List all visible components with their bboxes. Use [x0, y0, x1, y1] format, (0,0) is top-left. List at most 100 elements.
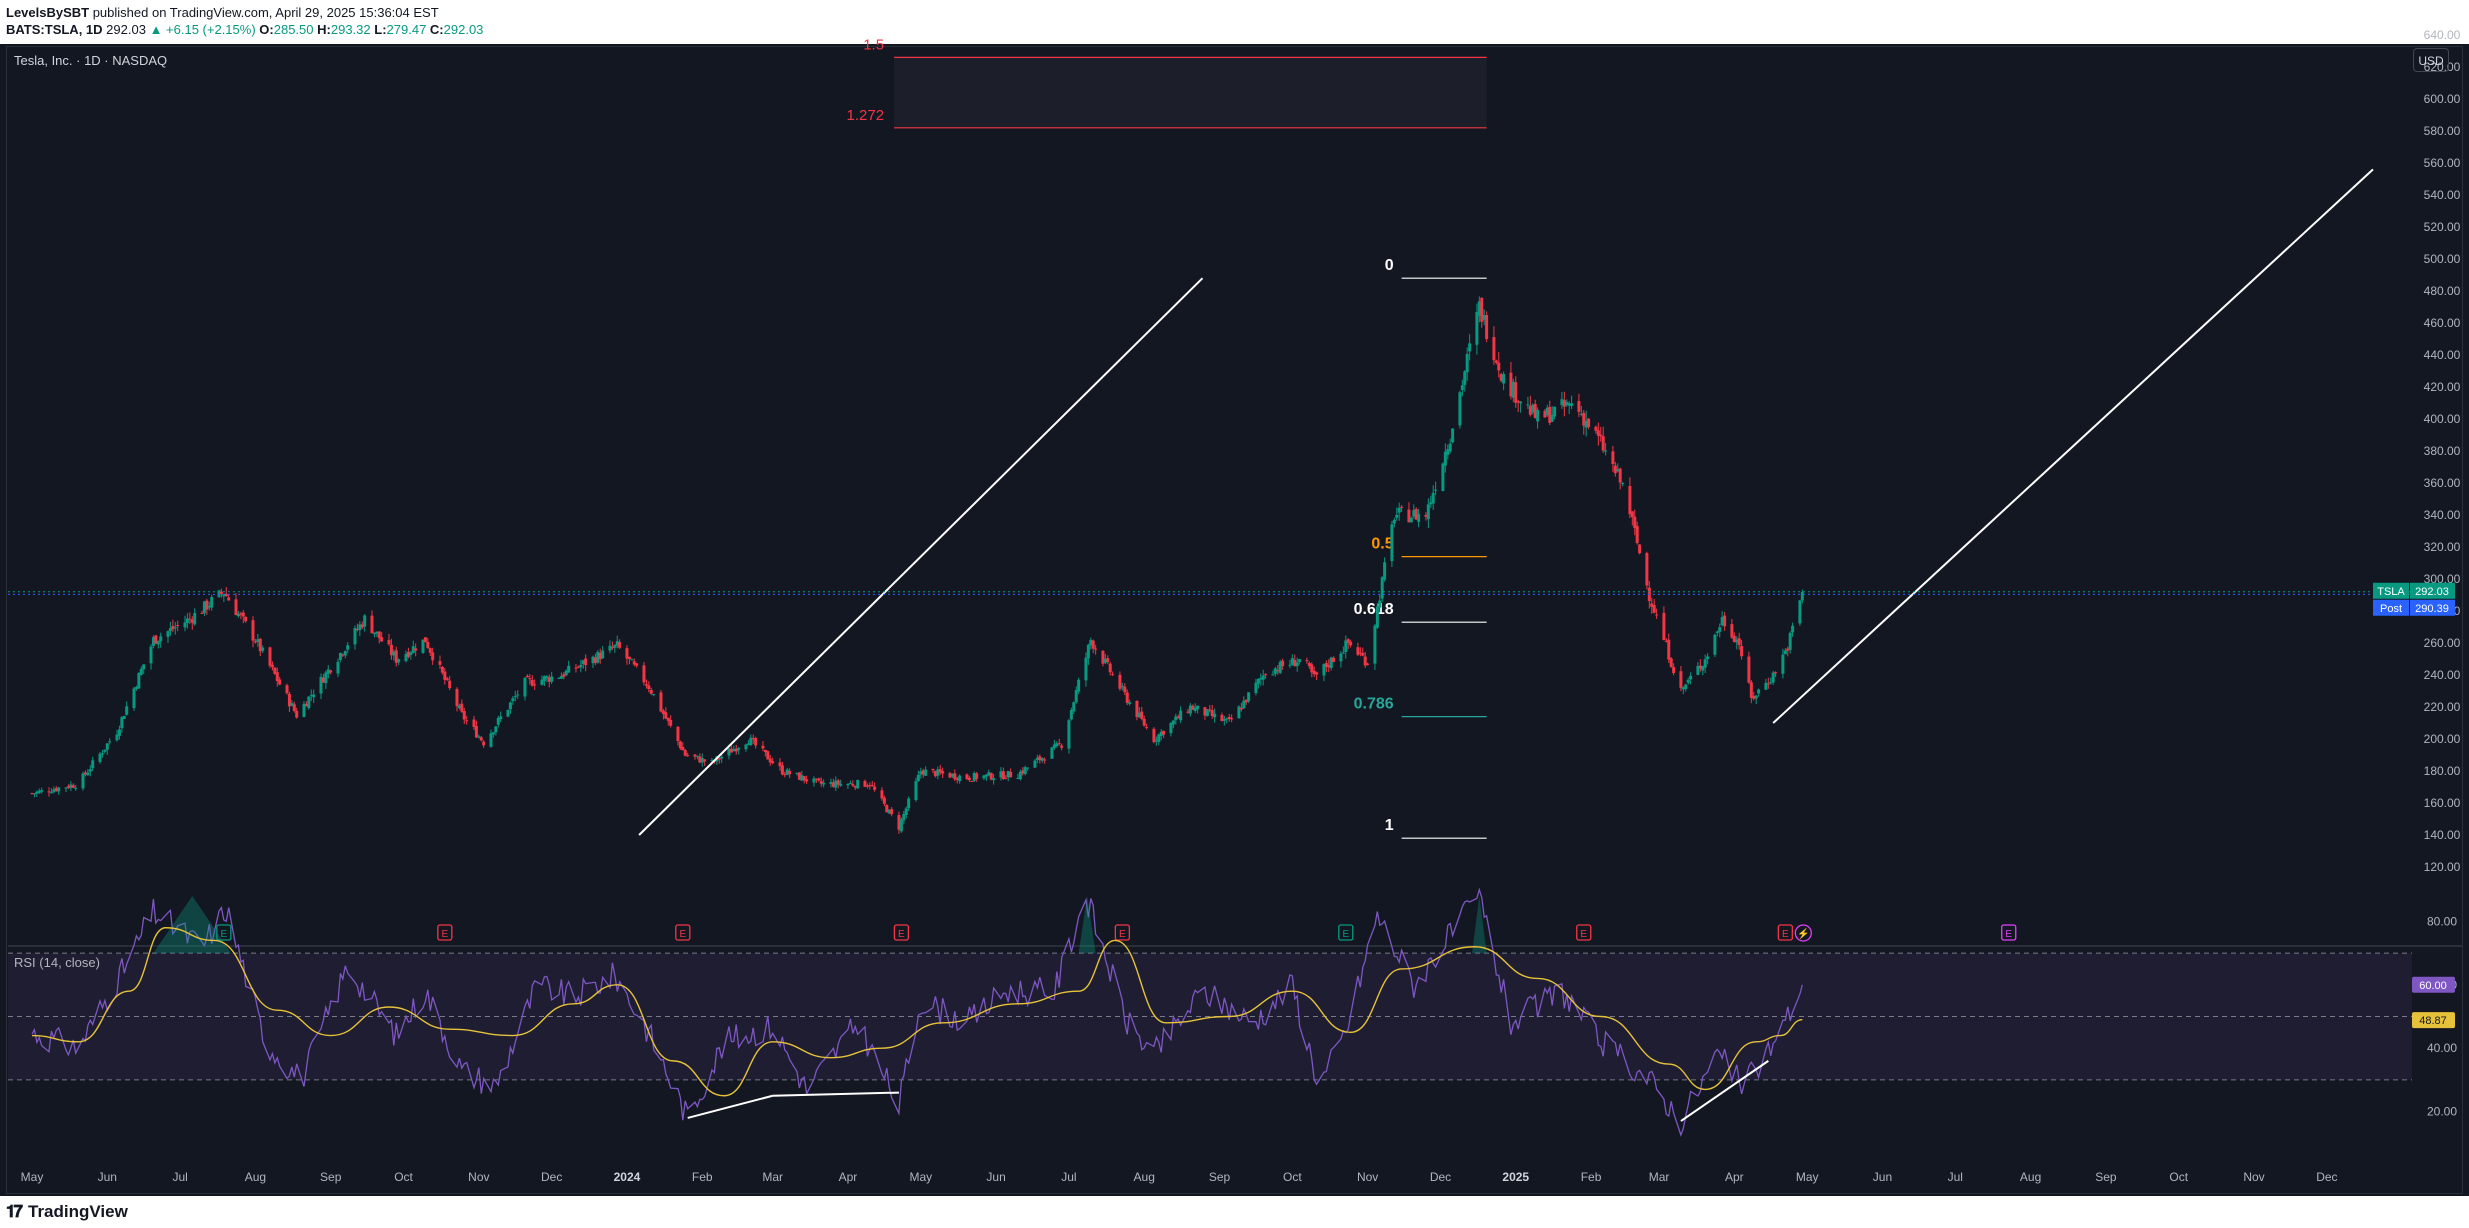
candle-body	[1485, 314, 1489, 340]
candle-body	[1635, 525, 1639, 544]
candle-body	[630, 659, 634, 661]
earnings-marker-label: E	[898, 929, 905, 940]
candle-body	[149, 646, 153, 664]
candle-body	[642, 665, 646, 683]
candle-body	[1043, 759, 1047, 761]
candle-body	[1655, 614, 1659, 616]
fib-extension-zone	[894, 57, 1487, 128]
candle-body	[1594, 426, 1598, 431]
candle-body	[511, 698, 515, 702]
candle-body	[931, 768, 935, 771]
candle-body	[1060, 745, 1064, 748]
trendline	[1772, 168, 2374, 724]
candle-body	[1067, 720, 1071, 749]
price-axis-tick: 220.00	[2424, 700, 2461, 714]
candle-body	[1662, 612, 1666, 641]
candle-body	[91, 760, 95, 769]
candle-body	[1749, 682, 1753, 698]
price-axis-tick: 140.00	[2424, 828, 2461, 842]
candle-body	[1356, 647, 1360, 655]
fib-level-label: 1.272	[847, 107, 885, 124]
price-axis-tick: 240.00	[2424, 668, 2461, 682]
rsi-axis-tick: 40.00	[2427, 1041, 2457, 1055]
candle-body	[74, 787, 78, 789]
candle-body	[817, 778, 821, 781]
candle-body	[1004, 778, 1008, 780]
price-axis-tick: 400.00	[2424, 412, 2461, 426]
candle-body	[125, 706, 129, 715]
candle-body	[336, 661, 340, 674]
candle-body	[1737, 638, 1741, 646]
candle-body	[1140, 711, 1144, 719]
candle-body	[426, 641, 430, 649]
time-axis-tick: Aug	[2020, 1170, 2041, 1184]
candle-body	[683, 750, 687, 756]
candle-body	[423, 637, 427, 643]
candle-body	[992, 778, 996, 781]
candle-body	[1536, 410, 1540, 422]
post-price-tag-label: Post	[2380, 603, 2402, 615]
time-axis-tick: May	[21, 1170, 44, 1184]
earnings-marker-label: E	[1342, 929, 1349, 940]
time-axis-tick: Jun	[98, 1170, 117, 1184]
candle-body	[219, 591, 223, 594]
candle-body	[1766, 683, 1770, 685]
candle-body	[856, 780, 860, 789]
time-axis-tick: Sep	[1209, 1170, 1231, 1184]
candle-body	[1417, 514, 1421, 522]
time-axis-tick: May	[909, 1170, 932, 1184]
candle-body	[1434, 489, 1438, 491]
candle-body	[822, 782, 826, 785]
time-axis-tick: Nov	[1357, 1170, 1378, 1184]
candle-body	[278, 679, 282, 685]
candle-body	[285, 685, 289, 694]
rsi-overbought-fill	[1472, 896, 1487, 954]
candle-body	[848, 783, 852, 785]
candle-body	[1123, 686, 1127, 693]
candle-body	[1494, 360, 1498, 363]
candle-body	[1514, 382, 1518, 403]
time-axis-tick: 2024	[614, 1170, 641, 1184]
candle-body	[975, 773, 979, 779]
trendline	[638, 277, 1204, 836]
candle-body	[1179, 710, 1183, 721]
candle-body	[1050, 747, 1054, 759]
candle-body	[479, 737, 483, 741]
candle-body	[652, 694, 656, 696]
candle-body	[1783, 650, 1787, 655]
currency-button[interactable]: USD	[2413, 48, 2449, 72]
tradingview-logo[interactable]: 𝟏𝟕 TradingView	[6, 1202, 128, 1222]
candle-body	[1125, 692, 1129, 703]
candle-body	[1094, 648, 1098, 650]
price-axis-tick: 500.00	[2424, 252, 2461, 266]
price-axis-tick: 460.00	[2424, 316, 2461, 330]
time-axis-tick: Feb	[1581, 1170, 1602, 1184]
candle-body	[525, 675, 529, 678]
candle-body	[173, 627, 177, 629]
time-axis-tick: Apr	[839, 1170, 858, 1184]
candle-body	[1492, 337, 1496, 361]
candle-body	[489, 733, 493, 747]
candle-body	[465, 720, 469, 722]
candle-body	[431, 652, 435, 661]
candle-body	[1339, 653, 1343, 662]
candle-body	[1526, 404, 1530, 406]
rsi-ma-value-tag: 48.87	[2419, 1015, 2447, 1027]
candle-body	[1800, 591, 1804, 601]
candle-body	[1247, 692, 1251, 702]
candle-body	[766, 751, 770, 760]
candle-body	[1679, 671, 1683, 688]
candle-body	[1390, 524, 1394, 562]
candle-body	[166, 631, 170, 637]
candle-body	[870, 785, 874, 787]
candle-body	[846, 783, 850, 786]
chart-canvas[interactable]: 640.00620.00600.00580.00560.00540.00520.…	[0, 0, 2469, 1228]
candle-body	[1599, 434, 1603, 437]
time-axis-tick: Jun	[1873, 1170, 1892, 1184]
candle-body	[57, 787, 61, 792]
chart-title: Tesla, Inc. · 1D · NASDAQ	[14, 53, 168, 68]
candle-body	[1264, 674, 1268, 676]
candle-body	[377, 631, 381, 639]
candle-body	[1196, 705, 1200, 710]
earnings-marker-label: E	[679, 929, 686, 940]
